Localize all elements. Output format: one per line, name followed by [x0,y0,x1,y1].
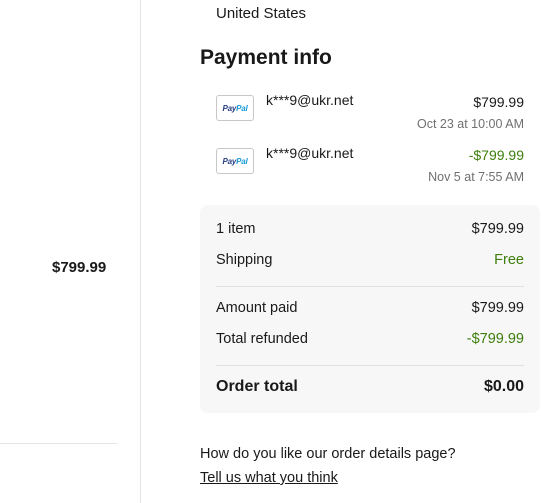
amount-paid-label: Amount paid [216,300,298,316]
feedback-question: How do you like our order details page? [200,446,456,462]
summary-divider [216,365,524,366]
summary-refunded-row: Total refunded -$799.99 [216,331,524,347]
shipping-country: United States [216,5,307,22]
items-label: 1 item [216,221,256,237]
refund-row: Pay Pal k***9@ukr.net -$799.99 Nov 5 at 7… [216,145,524,195]
summary-order-total-row: Order total $0.00 [216,378,524,396]
payment-amount: $799.99 [473,94,524,110]
left-column: $799.99 [0,0,141,503]
order-total-label: Order total [216,378,298,395]
left-divider [0,443,117,444]
summary-shipping-row: Shipping Free [216,252,524,268]
refund-date: Nov 5 at 7:55 AM [428,170,524,184]
item-price: $799.99 [52,259,107,276]
summary-items-row: 1 item $799.99 [216,221,524,237]
amount-paid-value: $799.99 [471,300,524,316]
feedback-link[interactable]: Tell us what you think [200,470,338,486]
summary-divider [216,286,524,287]
summary-amount-paid-row: Amount paid $799.99 [216,300,524,316]
paypal-logo-icon: Pay Pal [216,95,254,121]
total-refunded-label: Total refunded [216,331,308,347]
payment-date: Oct 23 at 10:00 AM [416,117,524,131]
order-total-value: $0.00 [483,378,524,395]
shipping-label: Shipping [216,252,273,268]
payment-row: Pay Pal k***9@ukr.net $799.99 Oct 23 at 1… [216,92,524,142]
paypal-logo-icon: Pay Pal [216,148,254,174]
shipping-value: Free [494,252,524,268]
refund-amount: -$799.99 [468,147,524,163]
order-summary: 1 item $799.99 Shipping Free Amount paid… [200,205,540,413]
items-value: $799.99 [471,221,524,237]
payer-email: k***9@ukr.net [266,145,354,161]
payer-email: k***9@ukr.net [266,92,354,108]
total-refunded-value: -$799.99 [466,331,524,347]
payment-info-title: Payment info [200,46,332,69]
